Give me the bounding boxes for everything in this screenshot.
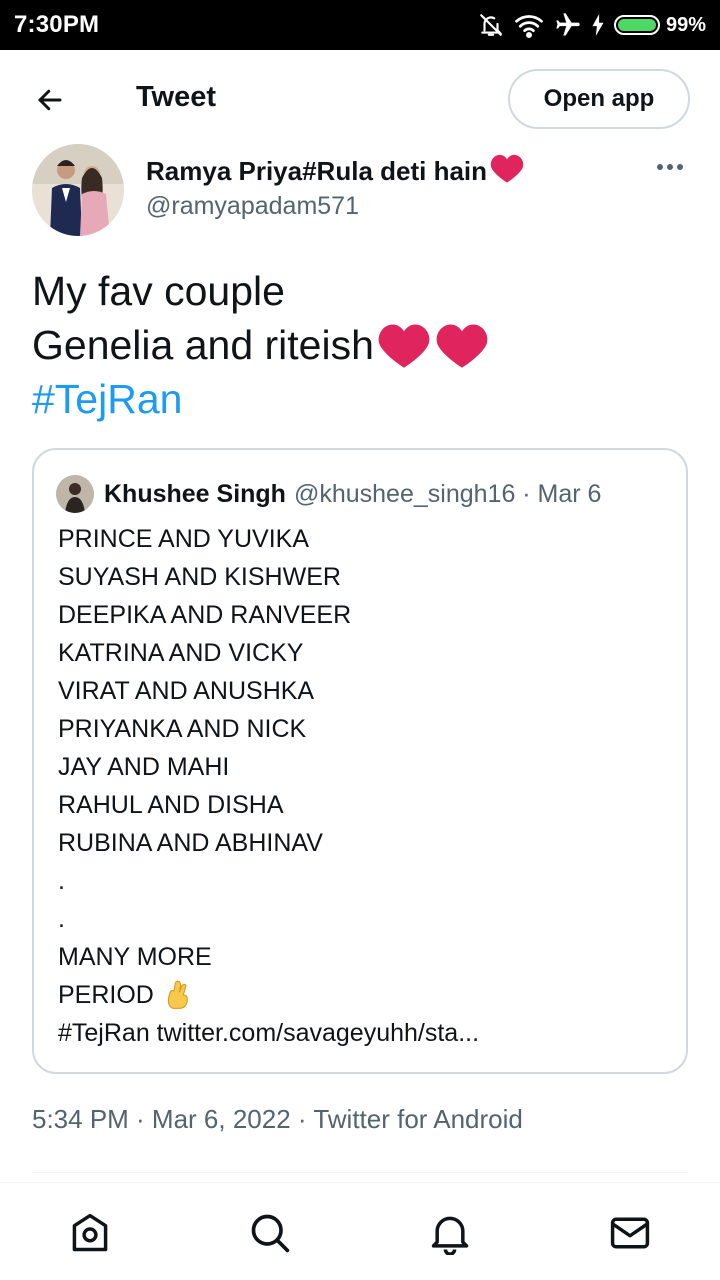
page-title: Tweet [136,81,217,113]
back-button[interactable] [30,80,70,120]
tweet-text: My fav couple Genelia and riteish #TejRa… [32,264,692,426]
messages-icon[interactable] [606,1209,654,1257]
tweet-line-2: Genelia and riteish [32,318,692,372]
battery-fill [617,19,656,31]
quoted-line: DEEPIKA AND RANVEER [58,601,352,629]
avatar[interactable] [32,144,124,236]
airplane-icon [554,11,582,39]
quoted-line: . [58,867,65,895]
heart-emoji [489,152,525,191]
more-options-icon[interactable] [650,150,690,184]
status-bar: 7:30PM 99% [0,0,720,50]
quoted-line: RUBINA AND ABHINAV [58,829,323,857]
bottom-nav [0,1182,720,1280]
tweet-timestamp: 5:34 PM · Mar 6, 2022 · Twitter for Andr… [32,1104,523,1134]
author-name-text: Ramya Priya#Rula deti hain [146,156,488,186]
quoted-tweet-body: PRINCE AND YUVIKA SUYASH AND KISHWER DEE… [58,520,678,1052]
quoted-line: . [58,905,65,933]
wifi-icon [514,12,544,38]
quoted-line-period: PERIOD [58,976,678,1014]
period-text: PERIOD [58,981,154,1009]
quoted-line: RAHUL AND DISHA [58,791,284,819]
battery-percent: 99% [665,13,706,36]
status-time: 7:30PM [14,11,100,38]
status-icons: 99% [478,11,706,39]
quoted-last-line: #TejRan twitter.com/savageyuhh/sta... [58,1019,480,1047]
charging-icon [592,14,604,36]
quoted-author-handle-date: @khushee_singh16 · Mar 6 [293,479,602,508]
quoted-line: SUYASH AND KISHWER [58,563,341,591]
tweet-hashtag-link[interactable]: #TejRan [32,372,692,426]
header: Tweet Open app [0,50,720,146]
quoted-avatar [56,475,94,513]
author-handle[interactable]: @ramyapadam571 [146,192,359,221]
quoted-line: PRIYANKA AND NICK [58,715,307,743]
tweet-line-2-text: Genelia and riteish [32,322,374,368]
author-name[interactable]: Ramya Priya#Rula deti hain [146,152,525,191]
notifications-icon[interactable] [426,1209,474,1257]
quoted-line: MANY MORE [58,943,212,971]
search-icon[interactable] [246,1209,294,1257]
tweet-line-1: My fav couple [32,268,285,314]
open-app-button[interactable]: Open app [508,69,690,129]
quoted-tweet[interactable]: Khushee Singh @khushee_singh16 · Mar 6 P… [32,448,688,1074]
battery-icon: 99% [613,13,706,37]
quoted-author-name: Khushee Singh [104,479,286,508]
crossed-fingers-emoji [164,979,192,1011]
quoted-line: VIRAT AND ANUSHKA [58,677,315,705]
home-icon[interactable] [66,1209,114,1257]
quoted-line: KATRINA AND VICKY [58,639,304,667]
quoted-tweet-header: Khushee Singh @khushee_singh16 · Mar 6 [56,472,601,516]
arrow-left-icon [38,89,62,111]
quoted-line: PRINCE AND YUVIKA [58,525,310,553]
bell-off-icon [478,12,504,38]
divider [32,1172,688,1173]
hearts-emoji [376,320,490,370]
quoted-line: JAY AND MAHI [58,753,230,781]
